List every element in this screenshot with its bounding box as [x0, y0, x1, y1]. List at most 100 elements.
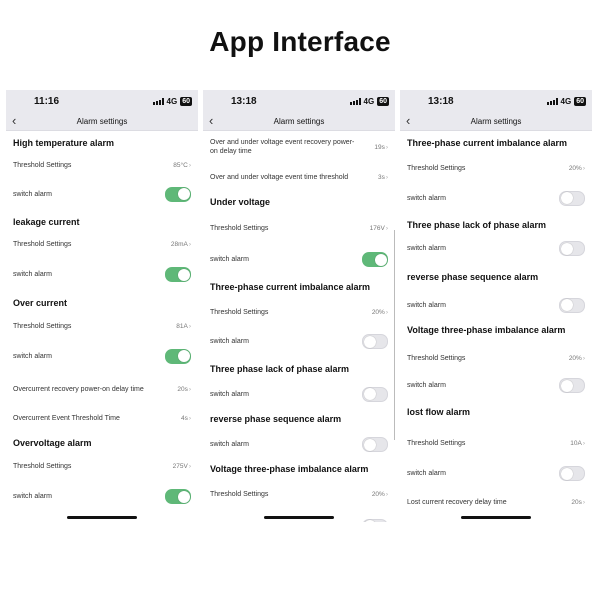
alarm-toggle[interactable] — [559, 466, 585, 481]
setting-row[interactable]: Overcurrent Event Threshold Time 4s› — [6, 404, 198, 432]
setting-value-text: 20% — [568, 164, 582, 172]
setting-row[interactable]: Threshold Settings 28mA› — [6, 232, 198, 257]
switch-alarm-row[interactable]: switch alarm — [203, 431, 395, 458]
nav-bar: ‹ Alarm settings — [6, 112, 198, 131]
alarm-toggle[interactable] — [362, 437, 388, 452]
setting-value[interactable]: 176V› — [370, 225, 388, 232]
status-bar: 13:18 4G 60 — [400, 90, 592, 112]
switch-alarm-row[interactable]: switch alarm — [6, 176, 198, 212]
setting-value-text: 19s — [374, 143, 385, 151]
setting-row[interactable]: Over and under voltage event time thresh… — [203, 163, 395, 191]
setting-row[interactable]: Over and under voltage event recovery po… — [203, 131, 395, 163]
setting-value[interactable]: 85°C› — [173, 162, 191, 169]
setting-value[interactable]: 20%› — [569, 355, 585, 362]
status-indicators: 4G 60 — [152, 96, 192, 106]
switch-alarm-row[interactable]: switch alarm — [6, 338, 198, 374]
setting-label: Lost current recovery delay time — [407, 498, 507, 506]
chevron-right-icon: › — [385, 490, 388, 498]
setting-row[interactable]: Threshold Settings 20%› — [400, 154, 592, 182]
alarm-toggle[interactable] — [362, 518, 388, 522]
setting-value[interactable]: 10A› — [570, 440, 585, 447]
setting-value[interactable]: 20%› — [372, 309, 388, 316]
chevron-right-icon: › — [188, 322, 191, 330]
switch-alarm-row[interactable]: switch alarm — [203, 326, 395, 357]
chevron-right-icon: › — [385, 143, 388, 151]
alarm-toggle[interactable] — [165, 186, 191, 202]
setting-row[interactable]: Threshold Settings 81A› — [6, 314, 198, 338]
alarm-toggle[interactable] — [559, 241, 585, 256]
page-title: App Interface — [209, 26, 391, 57]
section-title: reverse phase sequence alarm — [407, 272, 539, 282]
setting-value[interactable]: 28mA› — [171, 241, 191, 248]
home-indicator[interactable] — [461, 516, 531, 519]
section-header: Three-phase current imbalance alarm — [400, 131, 592, 154]
setting-row[interactable]: Overcurrent recovery power-on delay time… — [6, 374, 198, 404]
setting-row[interactable]: Threshold Settings 275V› — [6, 454, 198, 479]
setting-value[interactable]: 20s› — [571, 499, 585, 506]
setting-label: switch alarm — [407, 382, 446, 389]
switch-alarm-row[interactable]: switch alarm — [6, 257, 198, 292]
setting-value[interactable]: 3s› — [378, 174, 388, 181]
switch-alarm-row[interactable]: switch alarm — [400, 293, 592, 317]
setting-value[interactable]: 4s› — [181, 415, 191, 422]
switch-alarm-row[interactable]: switch alarm — [400, 236, 592, 261]
setting-row[interactable]: Threshold Settings 10A› — [400, 427, 592, 460]
setting-value[interactable]: 275V› — [173, 463, 191, 470]
toggle-knob — [560, 299, 573, 311]
toggle-knob — [177, 188, 190, 200]
setting-row[interactable]: Threshold Settings 20%› — [400, 342, 592, 374]
switch-alarm-row[interactable]: switch alarm — [400, 374, 592, 397]
network-label: 4G — [363, 96, 375, 106]
section-title: Overvoltage alarm — [13, 438, 92, 448]
switch-alarm-row[interactable]: switch alarm — [6, 479, 198, 514]
home-indicator[interactable] — [264, 516, 334, 519]
setting-label: switch alarm — [13, 493, 52, 500]
setting-row[interactable]: Threshold Settings 176V› — [203, 213, 395, 243]
alarm-toggle[interactable] — [559, 297, 585, 313]
section-header: Overvoltage alarm — [6, 432, 198, 454]
battery-icon: 60 — [574, 96, 586, 106]
chevron-right-icon: › — [582, 440, 585, 447]
setting-row[interactable]: Lost current recovery delay time 20s› — [400, 487, 592, 517]
setting-value[interactable]: 20s› — [177, 386, 191, 393]
chevron-right-icon: › — [385, 308, 388, 316]
toggle-knob — [560, 242, 573, 255]
alarm-toggle[interactable] — [362, 334, 388, 349]
section-title: Three phase lack of phase alarm — [210, 364, 350, 374]
alarm-toggle[interactable] — [559, 190, 585, 206]
setting-label: Threshold Settings — [13, 322, 72, 330]
alarm-toggle[interactable] — [559, 378, 585, 393]
setting-value[interactable]: 20%› — [372, 491, 388, 498]
setting-row[interactable]: Threshold Settings 20%› — [203, 298, 395, 326]
switch-alarm-row[interactable]: switch alarm — [203, 243, 395, 276]
setting-value-text: 85°C — [173, 162, 188, 169]
alarm-toggle[interactable] — [165, 348, 191, 364]
setting-label: switch alarm — [210, 390, 249, 398]
back-chevron-icon[interactable]: ‹ — [209, 113, 213, 128]
back-chevron-icon[interactable]: ‹ — [406, 113, 410, 128]
switch-alarm-row[interactable]: switch alarm — [203, 508, 395, 522]
signal-bars-icon — [152, 97, 164, 105]
setting-value[interactable]: 19s› — [374, 144, 388, 151]
switch-alarm-row[interactable]: switch alarm — [400, 182, 592, 214]
status-time: 13:18 — [231, 95, 257, 107]
back-chevron-icon[interactable]: ‹ — [12, 113, 16, 128]
setting-label: Threshold Settings — [13, 241, 72, 248]
status-time: 13:18 — [428, 95, 454, 107]
home-indicator[interactable] — [67, 516, 137, 519]
alarm-toggle[interactable] — [165, 489, 191, 504]
switch-alarm-row[interactable]: switch alarm — [203, 381, 395, 407]
setting-value[interactable]: 20%› — [569, 165, 585, 172]
setting-row[interactable]: Threshold Settings 20%› — [203, 480, 395, 508]
section-header: leakage current — [6, 212, 198, 232]
setting-row[interactable]: Threshold Settings 85°C› — [6, 155, 198, 176]
setting-value[interactable]: 81A› — [176, 323, 191, 330]
scrollbar[interactable] — [394, 230, 395, 440]
battery-icon: 60 — [180, 96, 192, 106]
alarm-toggle[interactable] — [362, 386, 388, 402]
setting-label: Overcurrent recovery power-on delay time — [13, 385, 144, 393]
setting-label: Threshold Settings — [407, 164, 466, 172]
alarm-toggle[interactable] — [165, 267, 191, 282]
switch-alarm-row[interactable]: switch alarm — [400, 460, 592, 487]
alarm-toggle[interactable] — [362, 252, 388, 267]
